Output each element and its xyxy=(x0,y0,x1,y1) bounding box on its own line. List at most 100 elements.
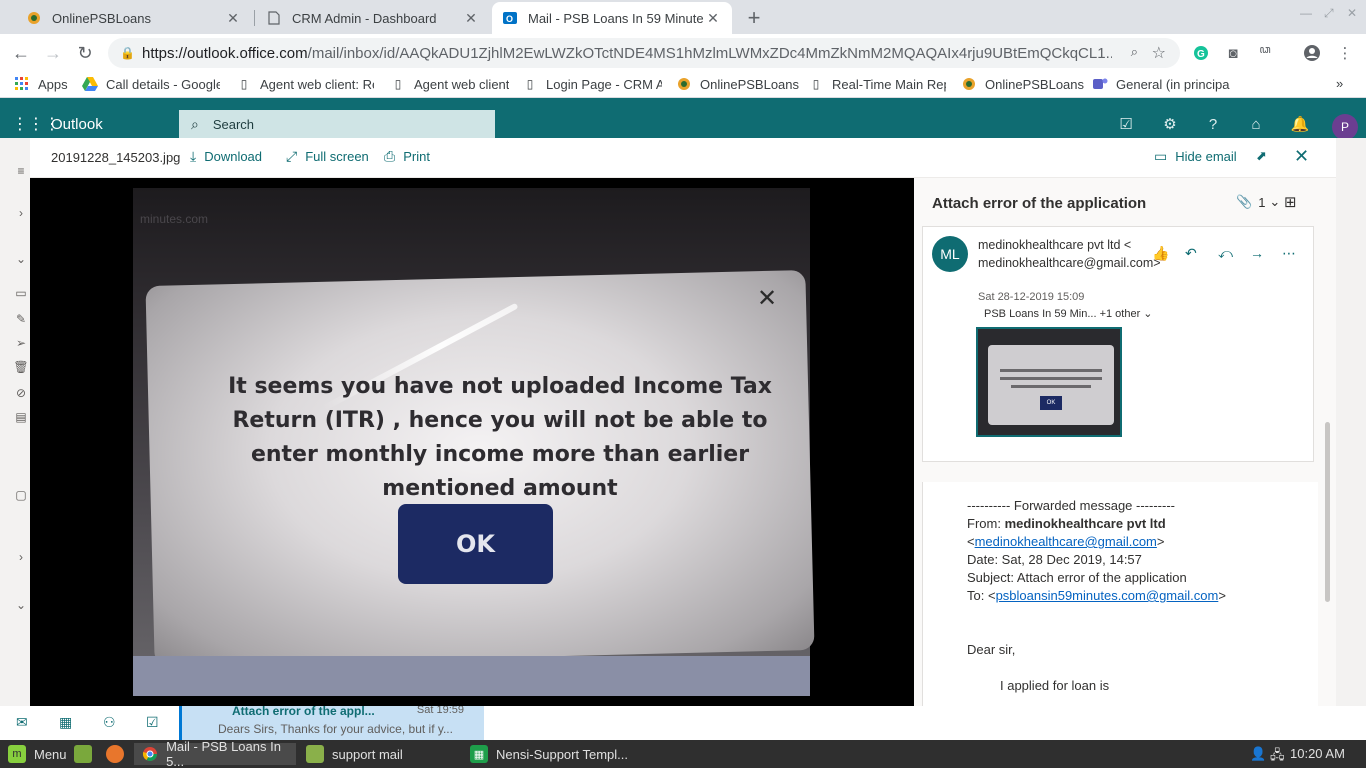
more-menu-icon[interactable]: ⋮ xyxy=(1336,44,1354,62)
bookmark-apps[interactable]: Apps xyxy=(14,76,68,92)
settings-gear-icon[interactable]: ⚙ xyxy=(1160,114,1180,134)
people-icon[interactable]: ⚇ xyxy=(103,714,116,731)
attachment-thumbnail[interactable]: OK xyxy=(976,327,1122,437)
close-window-icon[interactable]: ✕ xyxy=(1347,6,1357,20)
restore-icon[interactable]: ⤢ xyxy=(1324,6,1334,21)
forward-icon[interactable]: → xyxy=(1250,245,1264,261)
firefox-launcher[interactable] xyxy=(106,743,132,765)
address-bar[interactable]: 🔒 https://outlook.office.com/mail/inbox/… xyxy=(108,38,1180,68)
print-button[interactable]: ⎙ Print xyxy=(384,148,430,165)
junk-icon[interactable]: ⊘ xyxy=(14,386,28,400)
bookmark-onlinepsbloans[interactable]: OnlinePSBLoans xyxy=(676,76,799,92)
chevron-down-icon[interactable]: ⌄ xyxy=(14,252,28,266)
close-viewer-icon[interactable]: ✕ xyxy=(1294,146,1309,167)
new-tab-icon[interactable]: + xyxy=(742,5,766,30)
chevron-right-icon[interactable]: › xyxy=(14,550,28,564)
drafts-icon[interactable]: ✎ xyxy=(14,312,28,326)
hamburger-icon[interactable]: ≡ xyxy=(14,164,28,178)
chevron-right-icon[interactable]: › xyxy=(14,206,28,220)
minimize-icon[interactable]: — xyxy=(1300,6,1312,20)
zoom-icon[interactable]: ⌕ xyxy=(1131,44,1138,60)
bell-icon[interactable]: 🔔 xyxy=(1290,114,1310,134)
grammarly-icon[interactable]: G xyxy=(1192,44,1210,62)
bookmarks-overflow-icon[interactable]: » xyxy=(1336,76,1343,91)
url-text: https://outlook.office.com/mail/inbox/id… xyxy=(142,44,1112,62)
more-actions-icon[interactable]: ⋯ xyxy=(1282,245,1296,262)
download-button[interactable]: ⤓ Download xyxy=(190,148,262,165)
users-icon[interactable]: 👤 xyxy=(1250,746,1266,762)
bookmark-login-page-crm[interactable]: ▯ Login Page - CRM Ac xyxy=(522,76,662,92)
tab-mail-psb[interactable]: O Mail - PSB Loans In 59 Minutes ✕ xyxy=(492,2,732,34)
sender-email-link[interactable]: medinokhealthcare@gmail.com xyxy=(975,534,1157,549)
help-icon[interactable]: ? xyxy=(1203,114,1223,134)
bookmark-onlinepsbloans-2[interactable]: OnlinePSBLoans xyxy=(961,76,1084,92)
archive-icon[interactable]: ▤ xyxy=(14,410,28,424)
start-menu-button[interactable]: m Menu xyxy=(8,743,67,765)
camera-icon[interactable]: ◙ xyxy=(1224,44,1242,62)
close-tab-icon[interactable]: ✕ xyxy=(224,9,242,27)
reading-pane-scrollbar[interactable] xyxy=(1324,232,1331,702)
scrollbar-thumb[interactable] xyxy=(1325,422,1330,602)
taskbar-item-spreadsheet[interactable]: ▦ Nensi-Support Templ... xyxy=(470,743,628,765)
outlook-brand[interactable]: Outlook xyxy=(51,116,103,133)
recipient-email-link[interactable]: psbloansin59minutes.com@gmail.com xyxy=(996,588,1219,603)
full-screen-button[interactable]: ⤢ Full screen xyxy=(286,148,369,165)
pop-out-icon[interactable]: ⬈ xyxy=(1256,148,1267,164)
thumbnail-ok-button: OK xyxy=(1040,396,1062,410)
document-icon: ▯ xyxy=(812,77,820,91)
calendar-icon[interactable]: ▦ xyxy=(59,714,72,731)
tab-crm-admin[interactable]: CRM Admin - Dashboard ✕ xyxy=(256,2,490,34)
tab-title: Mail - PSB Loans In 59 Minutes xyxy=(528,10,704,26)
reply-icon[interactable]: ↶ xyxy=(1185,245,1197,262)
sender-avatar[interactable]: ML xyxy=(932,236,968,272)
sender-name[interactable]: medinokhealthcare pvt ltd < medinokhealt… xyxy=(978,236,1161,272)
network-icon[interactable]: 🖧 xyxy=(1270,746,1285,768)
print-icon: ⎙ xyxy=(384,148,396,164)
close-tab-icon[interactable]: ✕ xyxy=(704,9,722,27)
list-item[interactable]: Attach error of the appl... Sat 19:59 De… xyxy=(179,700,484,740)
message-preview: Dears Sirs, Thanks for your advice, but … xyxy=(218,722,453,736)
sent-icon[interactable]: ➢ xyxy=(14,336,28,350)
back-icon[interactable]: ← xyxy=(8,40,34,66)
bookmark-general[interactable]: General (in principal xyxy=(1092,76,1230,92)
bookmark-agent-web-client-re[interactable]: ▯ Agent web client: Re xyxy=(236,76,374,92)
open-in-new-window-icon[interactable]: ⊞ xyxy=(1284,193,1297,211)
reply-all-icon[interactable]: ⤺ xyxy=(1218,245,1233,262)
photo-watermark: minutes.com xyxy=(140,212,209,226)
bookmark-agent-web-client[interactable]: ▯ Agent web client xyxy=(390,76,510,92)
reload-icon[interactable]: ↻ xyxy=(72,40,98,66)
close-tab-icon[interactable]: ✕ xyxy=(462,9,480,27)
expand-icon: ⤢ xyxy=(286,148,298,164)
chevron-down-icon[interactable]: ⌄ xyxy=(14,598,28,612)
bookmark-call-details[interactable]: Call details - Google xyxy=(82,76,220,92)
taskbar-item-mail[interactable]: Mail - PSB Loans In 5... xyxy=(134,739,296,768)
document-icon: ▯ xyxy=(526,77,534,91)
bookmark-star-icon[interactable]: ☆ xyxy=(1152,43,1166,63)
recipients[interactable]: PSB Loans In 59 Min... +1 other ⌄ xyxy=(984,307,1153,320)
tab-onlinepsbloans[interactable]: OnlinePSBLoans ✕ xyxy=(16,2,252,34)
files-launcher[interactable] xyxy=(74,743,100,765)
clock[interactable]: 10:20 AM xyxy=(1290,746,1345,761)
tasks-icon[interactable]: ☑ xyxy=(146,714,159,731)
attachment-filename: 20191228_145203.jpg xyxy=(51,150,181,165)
like-icon[interactable]: 👍 xyxy=(1152,245,1169,262)
bookmark-real-time-main-rep[interactable]: ▯ Real-Time Main Rep xyxy=(808,76,946,92)
notes-icon[interactable]: ▢ xyxy=(14,488,28,502)
document-icon xyxy=(266,10,282,26)
deleted-icon[interactable]: 🗑 xyxy=(13,360,28,374)
account-avatar[interactable]: P xyxy=(1332,114,1358,140)
search-box[interactable]: ⌕ Search xyxy=(179,110,495,138)
body-greeting: Dear sir, xyxy=(967,642,1016,657)
attachment-count[interactable]: 📎 1 ⌄ xyxy=(1236,194,1280,210)
mail-icon[interactable]: ✉ xyxy=(16,714,28,731)
feedback-icon[interactable]: ⌂ xyxy=(1246,114,1266,134)
taskbar-item-support-mail[interactable]: support mail xyxy=(306,743,403,765)
profile-icon[interactable] xyxy=(1303,44,1321,62)
my-day-icon[interactable]: ☑ xyxy=(1116,114,1136,134)
browser-tab-strip: OnlinePSBLoans ✕ CRM Admin - Dashboard ✕… xyxy=(0,0,1366,34)
inbox-icon[interactable]: ▭ xyxy=(14,286,28,300)
forward-icon[interactable]: → xyxy=(40,40,66,66)
message-date: Sat 28-12-2019 15:09 xyxy=(978,291,1085,303)
extension-icon[interactable]: ꦣ xyxy=(1256,44,1274,62)
hide-email-button[interactable]: ▭ Hide email xyxy=(1154,148,1237,165)
